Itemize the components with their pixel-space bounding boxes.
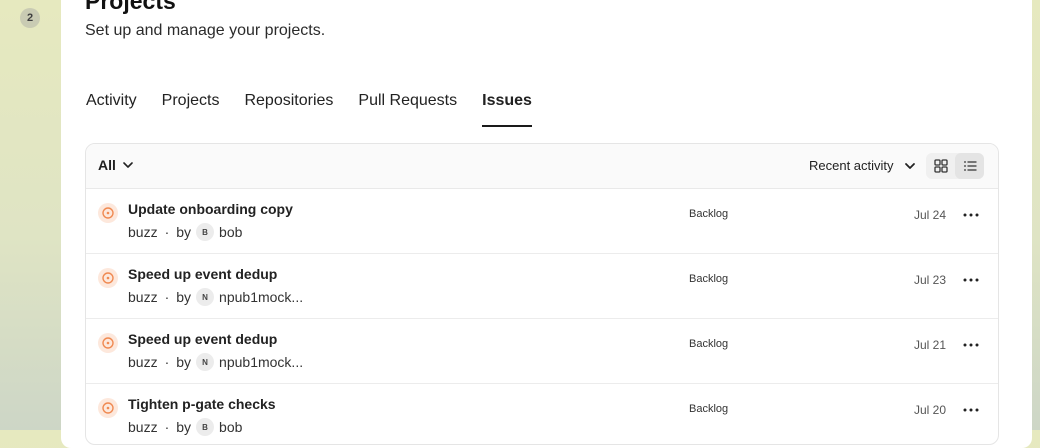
issues-toolbar: All Recent activity [86, 144, 998, 189]
more-options-button[interactable] [961, 206, 981, 224]
issue-list: Update onboarding copy buzz · by B bob B… [86, 189, 998, 444]
issue-status: Backlog [689, 403, 729, 415]
issue-by: by [176, 419, 192, 435]
issue-meta: buzz · by B bob [128, 223, 242, 241]
grid-icon [933, 159, 948, 173]
more-horizontal-icon [963, 278, 979, 282]
meta-separator: · [164, 354, 170, 370]
page-title: Projects [85, 0, 176, 14]
filter-dropdown[interactable]: All [98, 157, 134, 173]
open-issue-icon [98, 333, 118, 353]
issue-by: by [176, 354, 192, 370]
meta-separator: · [164, 289, 170, 305]
issue-repo[interactable]: buzz [128, 289, 158, 305]
issue-row[interactable]: Tighten p-gate checks buzz · by B bob Ba… [86, 384, 998, 444]
main-panel: Projects Set up and manage your projects… [61, 0, 1032, 448]
issue-date: Jul 20 [913, 403, 946, 417]
issue-row[interactable]: Speed up event dedup buzz · by N npub1mo… [86, 254, 998, 319]
issue-author[interactable]: npub1mock... [219, 289, 303, 305]
issue-title[interactable]: Speed up event dedup [128, 331, 277, 347]
grid-view-button[interactable] [926, 153, 955, 179]
more-horizontal-icon [963, 213, 979, 217]
tab-activity[interactable]: Activity [86, 85, 137, 127]
left-rail: 2 [0, 0, 61, 430]
issue-by: by [176, 224, 192, 240]
issue-meta: buzz · by N npub1mock... [128, 353, 303, 371]
chevron-down-icon [123, 162, 133, 168]
issue-date: Jul 24 [913, 208, 946, 222]
issue-meta: buzz · by N npub1mock... [128, 288, 303, 306]
issue-repo[interactable]: buzz [128, 419, 158, 435]
issue-repo[interactable]: buzz [128, 354, 158, 370]
issue-status: Backlog [689, 273, 729, 285]
meta-separator: · [164, 419, 170, 435]
meta-separator: · [164, 224, 170, 240]
sort-dropdown[interactable]: Recent activity [809, 158, 916, 173]
notification-badge[interactable]: 2 [20, 8, 40, 28]
issue-author[interactable]: npub1mock... [219, 354, 303, 370]
open-issue-icon [98, 398, 118, 418]
filter-label: All [98, 157, 116, 173]
more-horizontal-icon [963, 343, 979, 347]
open-issue-icon [98, 203, 118, 223]
tab-projects[interactable]: Projects [162, 85, 220, 127]
more-options-button[interactable] [961, 271, 981, 289]
open-issue-icon [98, 268, 118, 288]
sort-label: Recent activity [809, 158, 894, 173]
tab-pull-requests[interactable]: Pull Requests [358, 85, 457, 127]
author-avatar: N [196, 288, 215, 306]
more-horizontal-icon [963, 408, 979, 412]
issue-date: Jul 23 [913, 273, 946, 287]
issue-row[interactable]: Update onboarding copy buzz · by B bob B… [86, 189, 998, 254]
issue-title[interactable]: Update onboarding copy [128, 201, 293, 217]
author-avatar: B [196, 223, 215, 241]
tab-issues[interactable]: Issues [482, 85, 532, 127]
issue-date: Jul 21 [913, 338, 946, 352]
issue-meta: buzz · by B bob [128, 418, 242, 436]
issue-title[interactable]: Tighten p-gate checks [128, 396, 276, 412]
more-options-button[interactable] [961, 336, 981, 354]
list-view-button[interactable] [955, 153, 984, 179]
author-avatar: N [196, 353, 215, 371]
issue-by: by [176, 289, 192, 305]
list-icon [963, 161, 977, 171]
issue-repo[interactable]: buzz [128, 224, 158, 240]
more-options-button[interactable] [961, 401, 981, 419]
issue-row[interactable]: Speed up event dedup buzz · by N npub1mo… [86, 319, 998, 384]
issue-title[interactable]: Speed up event dedup [128, 266, 277, 282]
issues-list-card: All Recent activity Update onboarding co… [85, 143, 999, 445]
issue-author[interactable]: bob [219, 224, 242, 240]
issue-status: Backlog [689, 338, 729, 350]
tab-bar: Activity Projects Repositories Pull Requ… [86, 85, 557, 127]
chevron-down-icon [904, 162, 915, 169]
issue-author[interactable]: bob [219, 419, 242, 435]
author-avatar: B [196, 418, 215, 436]
view-toggle [926, 153, 984, 179]
tab-repositories[interactable]: Repositories [244, 85, 333, 127]
issue-status: Backlog [689, 208, 729, 220]
page-subtitle: Set up and manage your projects. [85, 22, 326, 39]
